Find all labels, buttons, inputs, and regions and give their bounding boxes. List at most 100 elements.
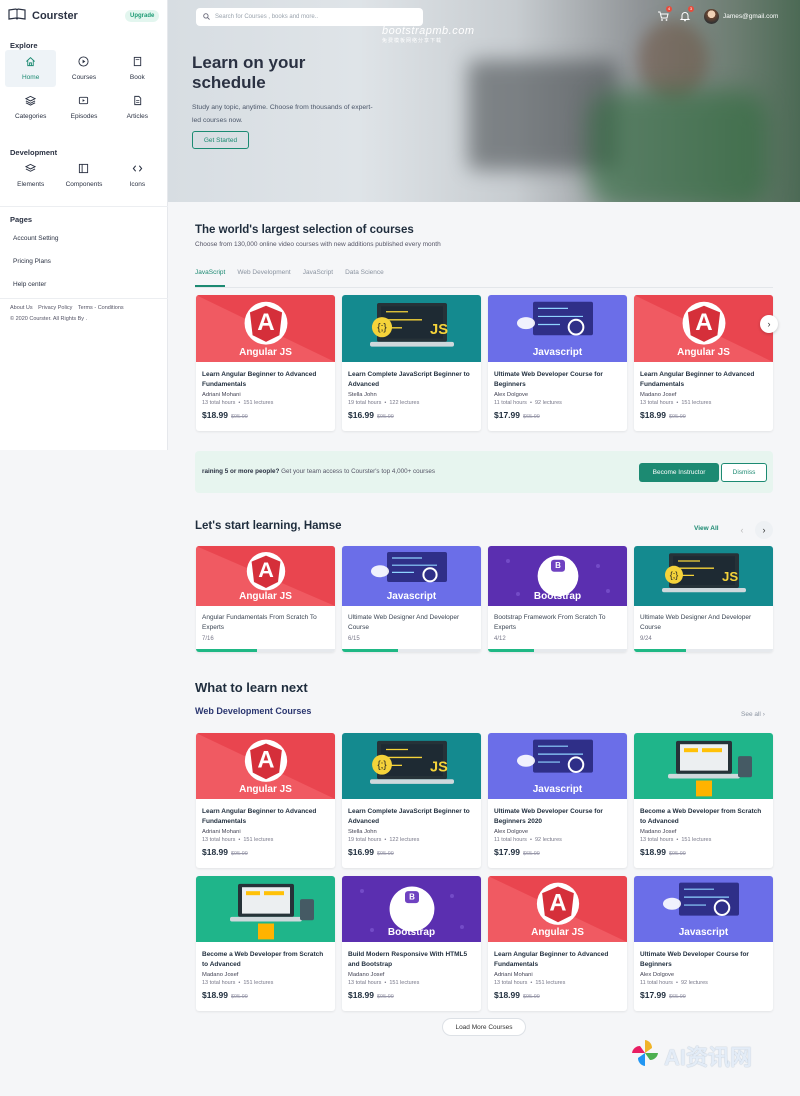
course-author: Adriani Mohani: [202, 829, 241, 835]
progress-fill: [342, 649, 398, 652]
sidebar-item-courses[interactable]: Courses: [58, 50, 109, 87]
sidebar-item-label: Categories: [14, 113, 47, 120]
selection-subtitle: Choose from 130,000 online video courses…: [195, 241, 441, 248]
sidebar-item-icons[interactable]: Icons: [112, 157, 163, 194]
price-original: $65.99: [523, 851, 540, 857]
sidebar-link-pricing-plans[interactable]: Pricing Plans: [13, 258, 51, 265]
course-card[interactable]: A Angular JS Learn Angular Beginner to Ad…: [634, 295, 773, 431]
columns-icon: [78, 163, 89, 176]
continue-learning-card[interactable]: Javascript Ultimate Web Designer And Dev…: [342, 546, 481, 652]
progress-count: 7/16: [202, 636, 214, 642]
tab-javascript[interactable]: JavaScript: [195, 269, 226, 287]
course-card[interactable]: Become a Web Developer from Scratch to A…: [634, 733, 773, 868]
carousel-next-button[interactable]: ›: [755, 521, 773, 539]
price-original: $95.99: [669, 851, 686, 857]
course-price: $16.99 $95.99: [342, 410, 481, 420]
course-card[interactable]: A Angular JS Learn Angular Beginner to Ad…: [196, 733, 335, 868]
cart-icon[interactable]: 4: [657, 6, 672, 21]
tab-javascript-2[interactable]: JavaScript: [303, 269, 333, 287]
sidebar-link-account-setting[interactable]: Account Setting: [13, 235, 59, 242]
course-card[interactable]: A Angular JS Learn Angular Beginner to Ad…: [488, 876, 627, 1011]
price-current: $18.99: [640, 410, 666, 420]
footer-link-about[interactable]: About Us: [10, 305, 33, 311]
course-title: Become a Web Developer from Scratch to A…: [202, 951, 324, 968]
sidebar-item-episodes[interactable]: Episodes: [58, 89, 109, 126]
view-all-link[interactable]: View All: [694, 525, 719, 532]
carousel-prev-button[interactable]: ‹: [733, 521, 751, 539]
watermark-subtext: 免费模板网络分享下载: [382, 38, 443, 44]
layers-icon: [25, 163, 37, 176]
footer-link-privacy[interactable]: Privacy Policy: [38, 305, 72, 311]
course-author: Alex Dolgove: [494, 392, 529, 398]
brand-logo[interactable]: Courster: [8, 8, 78, 23]
progress-bar: [488, 649, 627, 652]
progress-count: 6/15: [348, 636, 360, 642]
continue-learning-card[interactable]: B Bootstrap Bootstrap Framework From Scra…: [488, 546, 627, 652]
search-input[interactable]: Search for Courses , books and more..: [196, 8, 423, 26]
course-hours: 13 total hours: [202, 837, 236, 843]
user-menu[interactable]: James@gmail.com: [704, 9, 778, 24]
footer-link-terms[interactable]: Terms - Conditions: [78, 305, 124, 311]
sidebar-item-label: Episodes: [70, 113, 98, 120]
course-meta: 13 total hours • 151 lectures: [348, 980, 420, 986]
sidebar-item-components[interactable]: Components: [58, 157, 109, 194]
thumbnail-label: Angular JS: [239, 347, 292, 358]
course-card[interactable]: A Angular JS Learn Angular Beginner to Ad…: [196, 295, 335, 431]
continue-learning-card[interactable]: A Angular JS Angular Fundamentals From Sc…: [196, 546, 335, 652]
ai-badge: AI资讯网: [630, 1037, 780, 1075]
sidebar-item-label: Courses: [71, 74, 97, 81]
course-price: $16.99 $95.99: [342, 847, 481, 857]
course-card[interactable]: Javascript Ultimate Web Developer Course…: [634, 876, 773, 1011]
course-price: $18.99 $95.99: [342, 990, 481, 1000]
sidebar-divider: [0, 298, 168, 299]
course-title: Become a Web Developer from Scratch to A…: [640, 808, 762, 825]
get-started-button[interactable]: Get Started: [192, 131, 249, 149]
course-price: $17.99 $65.99: [634, 990, 773, 1000]
become-instructor-button[interactable]: Become Instructor: [639, 463, 719, 482]
course-title: Learn Angular Beginner to Advanced Funda…: [202, 371, 317, 388]
upgrade-button[interactable]: Upgrade: [125, 10, 160, 22]
course-author: Alex Dolgove: [494, 829, 529, 835]
course-card[interactable]: B Bootstrap Build Modern Responsive With …: [342, 876, 481, 1011]
course-card[interactable]: Javascript Ultimate Web Developer Course…: [488, 733, 627, 868]
sidebar-item-elements[interactable]: Elements: [5, 157, 56, 194]
course-card[interactable]: Javascript Ultimate Web Developer Course…: [488, 295, 627, 431]
carousel-next-button[interactable]: ›: [760, 315, 778, 333]
sidebar-item-articles[interactable]: Articles: [112, 89, 163, 126]
course-card[interactable]: {;} JS Learn Complete JavaScript Beginner…: [342, 295, 481, 431]
course-lectures: 92 lectures: [534, 837, 562, 843]
course-meta: 13 total hours • 151 lectures: [202, 837, 274, 843]
price-original: $95.99: [377, 994, 394, 1000]
see-all-link[interactable]: See all ›: [741, 711, 765, 718]
hero-subtitle: Study any topic, anytime. Choose from th…: [192, 104, 373, 124]
web-developer-thumbnail: [196, 876, 335, 942]
course-thumbnail: Javascript: [342, 546, 481, 606]
dismiss-button[interactable]: Dismiss: [721, 463, 767, 482]
load-more-button[interactable]: Load More Courses: [442, 1018, 526, 1036]
continue-learning-card[interactable]: {;} JS Ultimate Web Designer And Develope…: [634, 546, 773, 652]
course-thumbnail: Javascript: [488, 295, 627, 362]
svg-text:A: A: [258, 557, 274, 582]
course-thumbnail: A Angular JS: [634, 295, 773, 362]
sidebar-item-label: Articles: [126, 113, 148, 120]
tab-data-science[interactable]: Data Science: [345, 269, 384, 287]
sidebar-item-categories[interactable]: Categories: [5, 89, 56, 126]
sidebar-item-home[interactable]: Home: [5, 50, 57, 87]
course-title: Ultimate Web Developer Course for Beginn…: [640, 951, 749, 968]
progress-bar: [342, 649, 481, 652]
course-lectures: 151 lectures: [389, 980, 420, 986]
course-price: $17.99 $65.99: [488, 847, 627, 857]
price-original: $65.99: [523, 414, 540, 420]
course-price: $17.99 $65.99: [488, 410, 627, 420]
course-hours: 13 total hours: [640, 837, 674, 843]
course-card[interactable]: Become a Web Developer from Scratch to A…: [196, 876, 335, 1011]
bell-icon[interactable]: 3: [679, 6, 694, 22]
sidebar-item-book[interactable]: Book: [112, 50, 163, 87]
thumbnail-label: Javascript: [532, 347, 583, 358]
tab-web-development[interactable]: Web Development: [237, 269, 290, 287]
home-icon: [25, 56, 36, 69]
course-meta: 19 total hours • 122 lectures: [348, 400, 420, 406]
chevron-right-icon: ›: [767, 319, 771, 329]
sidebar-link-help-center[interactable]: Help center: [13, 281, 46, 288]
course-card[interactable]: {;} JS Learn Complete JavaScript Beginner…: [342, 733, 481, 868]
